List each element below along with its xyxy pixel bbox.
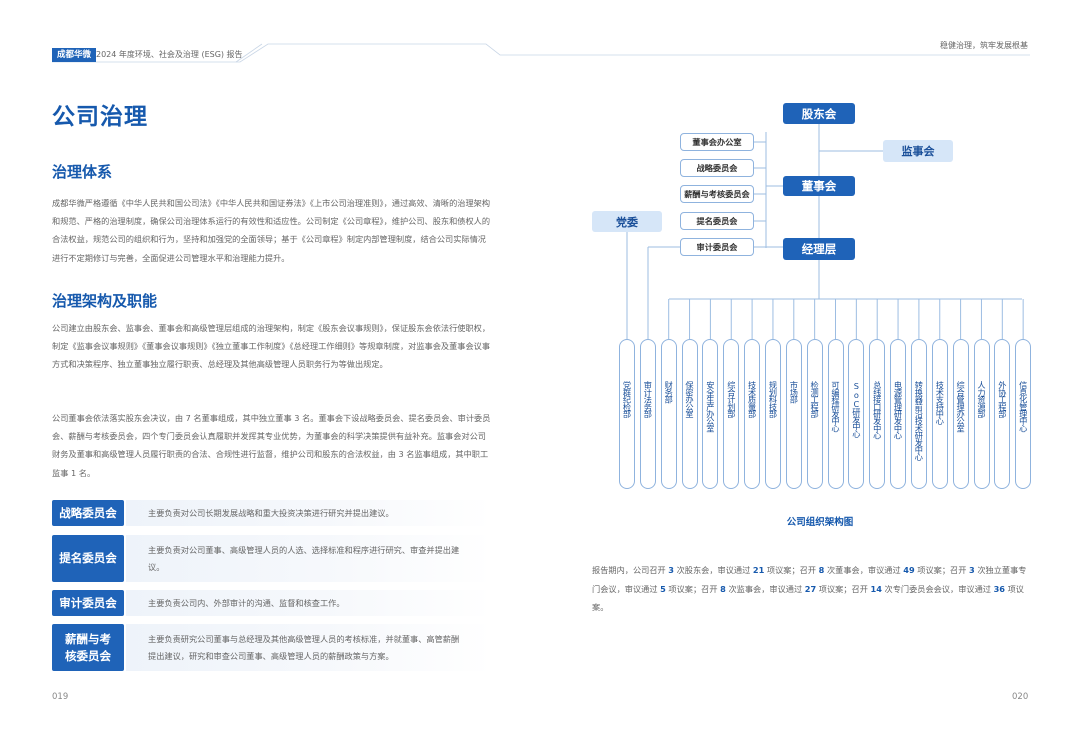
committee-desc: 主要负责研究公司董事与总经理及其他高级管理人员的考核标准，并就董事、高管薪酬提出… bbox=[126, 624, 492, 671]
governance-structure-paragraph-2: 公司董事会依法落实股东会决议，由 7 名董事组成，其中独立董事 3 名。董事会下… bbox=[52, 413, 491, 478]
org-department: 检测工程部 bbox=[806, 339, 823, 489]
org-department-label: 综合计划部 bbox=[726, 381, 737, 417]
org-department-label: 规划科技部 bbox=[768, 381, 778, 417]
org-party-committee: 党委 bbox=[592, 211, 662, 232]
committee-audit: 审计委员会 主要负责公司内、外部审计的沟通、监督和核查工作。 bbox=[52, 590, 492, 616]
committee-name: 提名委员会 bbox=[52, 535, 124, 582]
org-department-label: 转换器前沿技术研发中心 bbox=[913, 381, 924, 461]
org-board-office: 董事会办公室 bbox=[680, 133, 754, 151]
section-title-governance-system: 治理体系 bbox=[52, 163, 113, 181]
page-title: 公司治理 bbox=[52, 104, 148, 130]
org-department: 财务部 bbox=[660, 339, 677, 489]
org-department-label: 检测工程部 bbox=[809, 381, 820, 417]
committee-desc: 主要负责对公司董事、高级管理人员的人选、选择标准和程序进行研究、审查并提出建议。 bbox=[126, 535, 492, 582]
org-department-label: 审计法务部 bbox=[642, 381, 653, 417]
committee-desc: 主要负责对公司长期发展战略和重大投资决策进行研究并提出建议。 bbox=[126, 500, 492, 526]
org-department: 审计法务部 bbox=[639, 339, 656, 489]
org-department: 信息化管理中心 bbox=[1015, 339, 1032, 489]
org-department: 保密办公室 bbox=[681, 339, 698, 489]
page-number-right: 020 bbox=[1012, 692, 1029, 702]
header-brand: 成都华微 bbox=[52, 48, 97, 62]
org-department: 转换器前沿技术研发中心 bbox=[910, 339, 927, 489]
org-nomination-committee: 提名委员会 bbox=[680, 212, 754, 230]
org-department-label: 可编程研发中心 bbox=[830, 381, 841, 432]
org-department-label: 电源管理研发中心 bbox=[893, 381, 903, 439]
org-chart-caption: 公司组织架构图 bbox=[786, 517, 854, 528]
org-department: 总线接口研发中心 bbox=[869, 339, 886, 489]
org-department-label: 市场部 bbox=[788, 381, 799, 403]
org-department-label: SoC研发中心 bbox=[851, 381, 862, 437]
org-remuneration-committee: 薪酬与考核委员会 bbox=[680, 185, 754, 203]
org-shareholders: 股东会 bbox=[783, 103, 855, 124]
committee-name: 薪酬与考核委员会 bbox=[52, 624, 124, 671]
org-supervisors: 监事会 bbox=[883, 140, 953, 162]
org-management: 经理层 bbox=[783, 238, 855, 260]
org-department-label: 综合管理办公室 bbox=[955, 381, 966, 432]
org-department-label: 外协工程部 bbox=[997, 381, 1008, 417]
org-department-label: 信息化管理中心 bbox=[1018, 381, 1029, 432]
org-department-label: 总线接口研发中心 bbox=[872, 381, 883, 439]
org-department-label: 技术质量部 bbox=[747, 381, 758, 417]
org-department: 外协工程部 bbox=[994, 339, 1011, 489]
org-department: 安全生产办公室 bbox=[702, 339, 719, 489]
org-department: SoC研发中心 bbox=[848, 339, 865, 489]
org-department: 规划科技部 bbox=[765, 339, 781, 489]
org-department-label: 财务部 bbox=[663, 381, 674, 403]
org-board: 董事会 bbox=[783, 176, 855, 196]
org-department: 综合管理办公室 bbox=[952, 339, 969, 489]
governance-structure-paragraph-1: 公司建立由股东会、监事会、董事会和高级管理层组成的治理架构，制定《股东会议事规则… bbox=[52, 323, 491, 370]
org-department-label: 党群纪检部 bbox=[622, 381, 632, 417]
committee-desc: 主要负责公司内、外部审计的沟通、监督和核查工作。 bbox=[126, 590, 492, 616]
org-department-label: 安全生产办公室 bbox=[705, 381, 716, 432]
org-audit-committee: 审计委员会 bbox=[680, 238, 754, 256]
meetings-summary: 报告期内，公司召开 3 次股东会，审议通过 21 项议案；召开 8 次董事会，审… bbox=[592, 565, 1027, 612]
org-department: 市场部 bbox=[785, 339, 802, 489]
org-department: 电源管理研发中心 bbox=[890, 339, 906, 489]
committee-name: 审计委员会 bbox=[52, 590, 124, 616]
org-department: 可编程研发中心 bbox=[827, 339, 844, 489]
org-department: 技术质量部 bbox=[744, 339, 761, 489]
org-department: 技术支持中心 bbox=[931, 339, 948, 489]
committee-nomination: 提名委员会 主要负责对公司董事、高级管理人员的人选、选择标准和程序进行研究、审查… bbox=[52, 535, 492, 582]
page-number-left: 019 bbox=[52, 692, 69, 702]
org-department: 综合计划部 bbox=[723, 339, 740, 489]
committee-remuneration: 薪酬与考核委员会 主要负责研究公司董事与总经理及其他高级管理人员的考核标准，并就… bbox=[52, 624, 492, 671]
section-title-governance-structure: 治理架构及职能 bbox=[52, 292, 158, 310]
org-department-label: 保密办公室 bbox=[684, 381, 695, 417]
committee-strategy: 战略委员会 主要负责对公司长期发展战略和重大投资决策进行研究并提出建议。 bbox=[52, 500, 492, 526]
header-slogan: 稳健治理，筑牢发展根基 bbox=[940, 41, 1028, 50]
org-department: 人力资源部 bbox=[973, 339, 990, 489]
header-report-title: 2024 年度环境、社会及治理 (ESG) 报告 bbox=[96, 50, 243, 59]
governance-system-paragraph: 成都华微严格遵循《中华人民共和国公司法》《中华人民共和国证券法》《上市公司治理准… bbox=[52, 198, 491, 263]
org-department-label: 人力资源部 bbox=[976, 381, 987, 417]
org-department-label: 技术支持中心 bbox=[934, 381, 945, 425]
org-strategy-committee: 战略委员会 bbox=[680, 159, 754, 177]
org-department: 党群纪检部 bbox=[619, 339, 635, 489]
committee-name: 战略委员会 bbox=[52, 500, 124, 526]
